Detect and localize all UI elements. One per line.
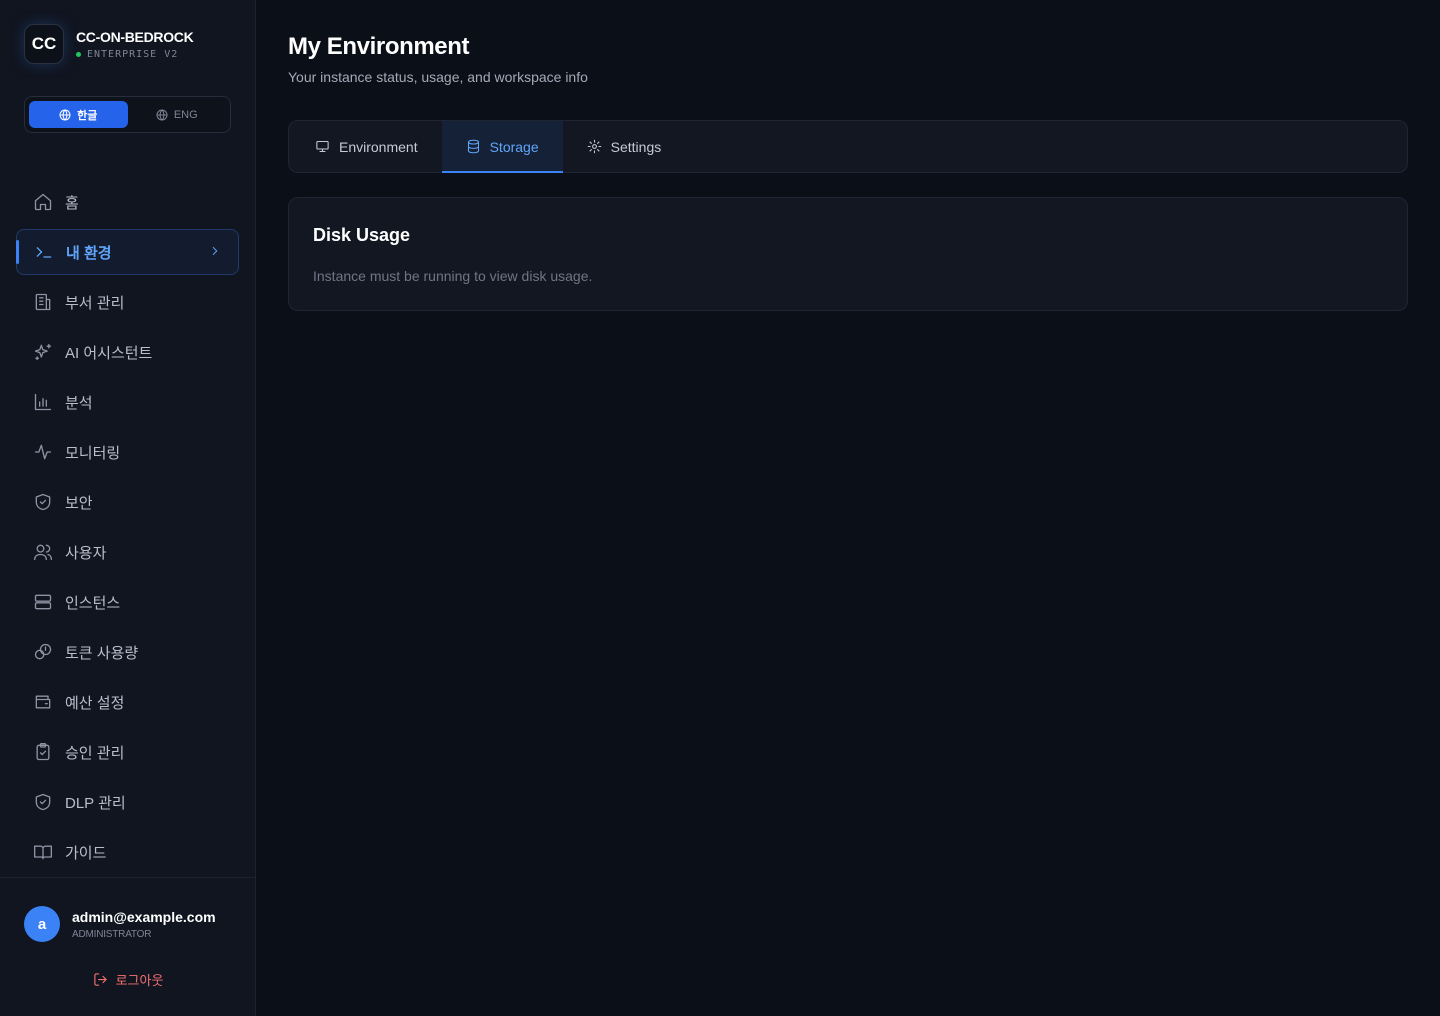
sidebar-nav: 홈 내 환경 부서 관리 AI 어시스턴트 분석 모니터링 보안 사용자 인스턴… bbox=[16, 179, 239, 879]
globe-icon bbox=[156, 109, 168, 120]
tab-environment[interactable]: Environment bbox=[291, 121, 442, 172]
gear-icon bbox=[587, 139, 601, 154]
globe-icon bbox=[59, 109, 71, 120]
language-switcher: 한글 ENG bbox=[24, 96, 231, 133]
brand-edition-row: ENTERPRISE V2 bbox=[76, 49, 193, 60]
sidebar-item-ai-assistant[interactable]: AI 어시스턴트 bbox=[16, 329, 239, 375]
sidebar-item-label: DLP 관리 bbox=[65, 794, 126, 812]
wallet-icon bbox=[35, 695, 51, 709]
tab-label: Settings bbox=[610, 138, 662, 155]
logout-icon bbox=[93, 973, 107, 986]
sidebar-item-label: 승인 관리 bbox=[65, 744, 125, 762]
sidebar-item-departments[interactable]: 부서 관리 bbox=[16, 279, 239, 325]
sidebar-item-label: 가이드 bbox=[65, 844, 107, 862]
monitor-icon bbox=[316, 140, 329, 153]
lang-button-english[interactable]: ENG bbox=[128, 101, 227, 128]
book-open-icon bbox=[34, 845, 52, 860]
brand-name: CC-ON-BEDROCK bbox=[76, 28, 194, 45]
sidebar-item-label: 내 환경 bbox=[66, 244, 112, 262]
server-icon bbox=[34, 594, 52, 610]
sidebar-item-label: 모니터링 bbox=[65, 444, 121, 462]
chevron-right-icon bbox=[212, 247, 218, 255]
shield-check-icon bbox=[35, 493, 51, 511]
avatar: a bbox=[24, 906, 60, 942]
building-icon bbox=[35, 293, 51, 311]
tab-settings[interactable]: Settings bbox=[563, 121, 686, 172]
app-logo: CC bbox=[24, 24, 64, 64]
sparkles-icon bbox=[34, 343, 52, 361]
lang-label-korean: 한글 bbox=[77, 109, 98, 122]
clipboard-check-icon bbox=[36, 743, 50, 761]
tab-label: Environment bbox=[339, 138, 418, 155]
sidebar: CC CC-ON-BEDROCK ENTERPRISE V2 한글 ENG 홈 … bbox=[0, 0, 256, 1016]
shield-check-icon bbox=[35, 793, 51, 811]
sidebar-item-home[interactable]: 홈 bbox=[16, 179, 239, 225]
user-email: admin@example.com bbox=[72, 909, 216, 925]
sidebar-item-security[interactable]: 보안 bbox=[16, 479, 239, 525]
sidebar-item-label: AI 어시스턴트 bbox=[65, 344, 153, 362]
sidebar-item-analytics[interactable]: 분석 bbox=[16, 379, 239, 425]
sidebar-item-label: 인스턴스 bbox=[65, 594, 121, 612]
brand[interactable]: CC CC-ON-BEDROCK ENTERPRISE V2 bbox=[24, 24, 194, 64]
tab-label: Storage bbox=[489, 138, 539, 155]
sidebar-item-guide[interactable]: 가이드 bbox=[16, 829, 239, 875]
page-title: My Environment bbox=[288, 33, 470, 60]
bar-chart-icon bbox=[34, 393, 52, 411]
disk-usage-card: Disk Usage Instance must be running to v… bbox=[288, 197, 1408, 311]
sidebar-item-label: 부서 관리 bbox=[65, 294, 125, 312]
tab-bar: Environment Storage Settings bbox=[288, 120, 1408, 173]
sidebar-item-token-usage[interactable]: 토큰 사용량 bbox=[16, 629, 239, 675]
sidebar-item-budget[interactable]: 예산 설정 bbox=[16, 679, 239, 725]
database-icon bbox=[467, 139, 479, 154]
brand-edition: ENTERPRISE V2 bbox=[87, 48, 179, 60]
sidebar-item-my-environment[interactable]: 내 환경 bbox=[16, 229, 239, 275]
activity-icon bbox=[34, 444, 52, 460]
user-section: a admin@example.com ADMINISTRATOR 로그아웃 bbox=[0, 877, 256, 1016]
sidebar-item-approvals[interactable]: 승인 관리 bbox=[16, 729, 239, 775]
tab-storage[interactable]: Storage bbox=[441, 121, 563, 173]
sidebar-item-instances[interactable]: 인스턴스 bbox=[16, 579, 239, 625]
sidebar-item-label: 홈 bbox=[65, 194, 79, 212]
sidebar-item-label: 보안 bbox=[65, 494, 93, 512]
sidebar-item-label: 사용자 bbox=[65, 544, 107, 562]
coins-icon bbox=[34, 643, 52, 660]
lang-button-korean[interactable]: 한글 bbox=[29, 101, 128, 128]
disk-usage-message: Instance must be running to view disk us… bbox=[313, 268, 593, 284]
terminal-icon bbox=[36, 247, 52, 258]
home-icon bbox=[34, 193, 52, 211]
sidebar-item-label: 분석 bbox=[65, 394, 93, 412]
sidebar-item-monitoring[interactable]: 모니터링 bbox=[16, 429, 239, 475]
logout-button[interactable]: 로그아웃 bbox=[0, 970, 256, 989]
page-subtitle: Your instance status, usage, and workspa… bbox=[288, 69, 588, 85]
user-role: ADMINISTRATOR bbox=[72, 929, 152, 940]
sidebar-item-label: 토큰 사용량 bbox=[65, 644, 139, 662]
brand-text: CC-ON-BEDROCK ENTERPRISE V2 bbox=[76, 28, 194, 60]
sidebar-item-dlp[interactable]: DLP 관리 bbox=[16, 779, 239, 825]
lang-label-english: ENG bbox=[173, 108, 198, 121]
logout-label: 로그아웃 bbox=[115, 973, 164, 988]
disk-usage-title: Disk Usage bbox=[313, 225, 411, 245]
users-icon bbox=[34, 544, 52, 561]
sidebar-item-users[interactable]: 사용자 bbox=[16, 529, 239, 575]
sidebar-item-label: 예산 설정 bbox=[65, 694, 125, 712]
status-dot bbox=[76, 51, 81, 57]
